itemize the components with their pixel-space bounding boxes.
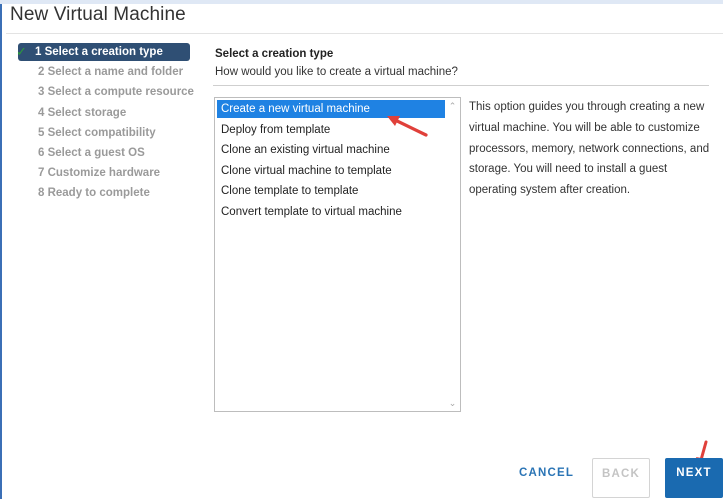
back-button[interactable]: BACK bbox=[592, 458, 650, 498]
content-divider bbox=[213, 85, 709, 86]
chevron-down-icon[interactable]: ⌄ bbox=[447, 398, 458, 408]
dialog-title: New Virtual Machine bbox=[10, 4, 186, 25]
chevron-up-icon[interactable]: ⌃ bbox=[447, 101, 458, 111]
list-item-clone-template-to-template[interactable]: Clone template to template bbox=[217, 182, 445, 200]
step-7-customize-hardware[interactable]: 7 Customize hardware bbox=[18, 164, 198, 182]
page-title: Select a creation type bbox=[215, 48, 334, 60]
list-item-clone-existing-vm[interactable]: Clone an existing virtual machine bbox=[217, 141, 445, 159]
step-3-select-compute-resource[interactable]: 3 Select a compute resource bbox=[18, 83, 198, 101]
page-subtitle: How would you like to create a virtual m… bbox=[215, 66, 458, 78]
step-5-select-compatibility[interactable]: 5 Select compatibility bbox=[18, 124, 198, 142]
step-8-ready-to-complete[interactable]: 8 Ready to complete bbox=[18, 184, 198, 202]
step-2-select-name-folder[interactable]: 2 Select a name and folder bbox=[18, 63, 198, 81]
next-button[interactable]: NEXT bbox=[665, 458, 723, 498]
step-label: 1 Select a creation type bbox=[35, 46, 163, 58]
title-divider bbox=[6, 33, 723, 34]
cancel-button[interactable]: CANCEL bbox=[519, 458, 574, 498]
step-4-select-storage[interactable]: 4 Select storage bbox=[18, 104, 198, 122]
step-label: 7 Customize hardware bbox=[38, 167, 161, 180]
checkmark-icon: ✓ bbox=[16, 44, 27, 59]
wizard-steps: ✓ 1 Select a creation type 2 Select a na… bbox=[16, 43, 198, 205]
list-scrollbar[interactable]: ⌃ ⌄ bbox=[446, 99, 459, 410]
step-label: 5 Select compatibility bbox=[38, 126, 156, 139]
step-label: 6 Select a guest OS bbox=[38, 146, 145, 159]
option-description: This option guides you through creating … bbox=[469, 101, 710, 197]
list-item-convert-template-to-vm[interactable]: Convert template to virtual machine bbox=[217, 203, 445, 221]
step-label: 8 Ready to complete bbox=[38, 187, 150, 200]
step-1-select-creation-type[interactable]: ✓ 1 Select a creation type bbox=[16, 43, 190, 61]
creation-type-list[interactable]: Create a new virtual machine Deploy from… bbox=[214, 97, 461, 412]
step-label: 2 Select a name and folder bbox=[38, 66, 184, 79]
red-arrow-icon bbox=[387, 116, 428, 137]
step-label: 3 Select a compute resource bbox=[38, 86, 194, 99]
step-label: 4 Select storage bbox=[38, 106, 127, 119]
step-6-select-guest-os[interactable]: 6 Select a guest OS bbox=[18, 144, 198, 162]
list-item-clone-vm-to-template[interactable]: Clone virtual machine to template bbox=[217, 162, 445, 180]
